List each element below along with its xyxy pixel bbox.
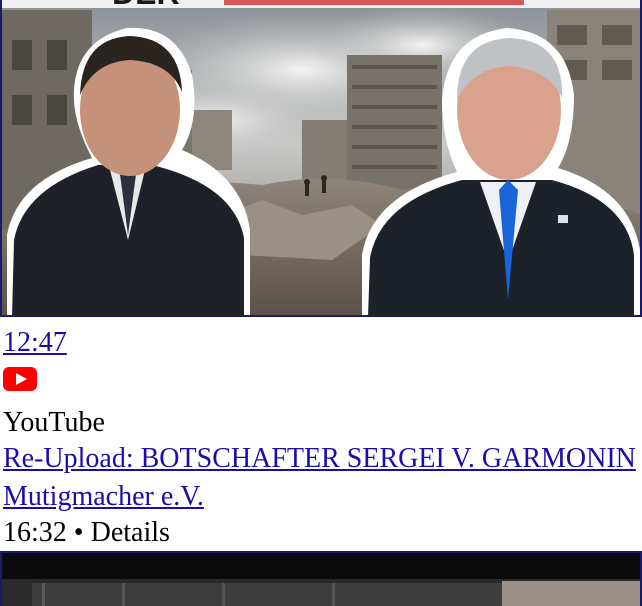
- youtube-play-icon[interactable]: [3, 367, 37, 391]
- video-duration: 16:32: [3, 517, 67, 548]
- video-title-link[interactable]: Re-Upload: BOTSCHAFTER SERGEI V. GARMONI…: [3, 442, 636, 476]
- details-link[interactable]: Details: [91, 517, 170, 548]
- search-results-page: DER 12:47 YouTube Re-Uploa: [0, 0, 642, 606]
- video-meta: 16:32 • Details: [3, 516, 170, 550]
- video-thumbnail-2[interactable]: [0, 551, 642, 606]
- video-thumbnail[interactable]: DER: [0, 0, 642, 317]
- meta-separator: •: [73, 517, 84, 548]
- source-name: YouTube: [3, 407, 105, 438]
- video-duration-link[interactable]: 12:47: [3, 326, 67, 360]
- thumbnail-banner-text: DER: [112, 0, 180, 11]
- channel-link[interactable]: Mutigmacher e.V.: [3, 480, 204, 514]
